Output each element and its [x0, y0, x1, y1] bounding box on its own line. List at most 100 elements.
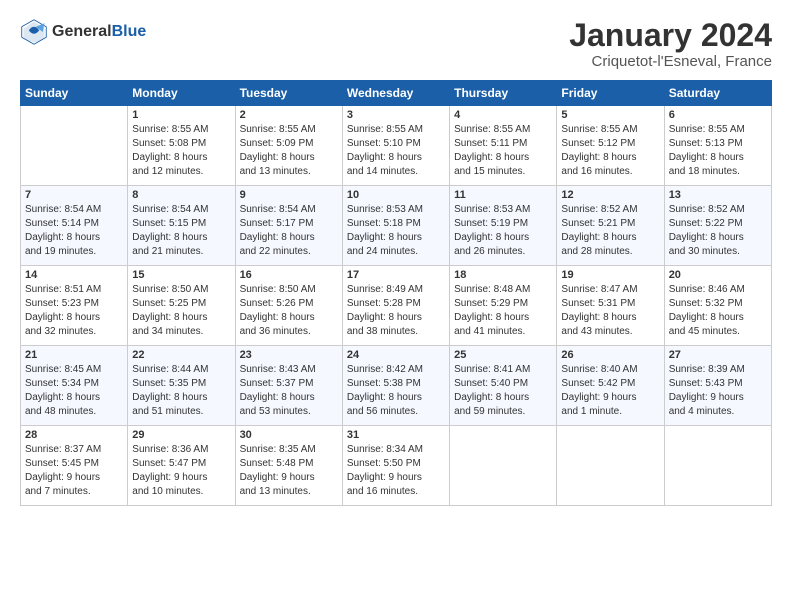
day-number: 10	[347, 189, 445, 201]
day-number: 15	[132, 269, 230, 281]
day-content: Sunrise: 8:36 AM Sunset: 5:47 PM Dayligh…	[132, 443, 230, 499]
day-number: 14	[25, 269, 123, 281]
calendar-cell: 1Sunrise: 8:55 AM Sunset: 5:08 PM Daylig…	[128, 106, 235, 186]
calendar-cell: 16Sunrise: 8:50 AM Sunset: 5:26 PM Dayli…	[235, 266, 342, 346]
day-content: Sunrise: 8:34 AM Sunset: 5:50 PM Dayligh…	[347, 443, 445, 499]
logo-icon	[20, 18, 48, 46]
calendar-week-2: 7Sunrise: 8:54 AM Sunset: 5:14 PM Daylig…	[21, 186, 772, 266]
calendar-page: GeneralBlue January 2024 Criquetot-l'Esn…	[0, 0, 792, 612]
day-number: 4	[454, 109, 552, 121]
calendar-cell: 28Sunrise: 8:37 AM Sunset: 5:45 PM Dayli…	[21, 426, 128, 506]
day-number: 16	[240, 269, 338, 281]
calendar-cell	[557, 426, 664, 506]
calendar-cell: 30 Sunrise: 8:35 AM Sunset: 5:48 PM Dayli…	[235, 426, 342, 506]
day-number: 17	[347, 269, 445, 281]
weekday-header-wednesday: Wednesday	[342, 81, 449, 106]
calendar-week-3: 14 Sunrise: 8:51 AM Sunset: 5:23 PM Dayli…	[21, 266, 772, 346]
weekday-header-friday: Friday	[557, 81, 664, 106]
calendar-week-4: 21Sunrise: 8:45 AM Sunset: 5:34 PM Dayli…	[21, 346, 772, 426]
calendar-cell: 11 Sunrise: 8:53 AM Sunset: 5:19 PM Dayli…	[450, 186, 557, 266]
day-number: 1	[132, 109, 230, 121]
day-content: Sunrise: 8:53 AM Sunset: 5:18 PM Dayligh…	[347, 203, 445, 259]
calendar-cell: 24 Sunrise: 8:42 AM Sunset: 5:38 PM Dayli…	[342, 346, 449, 426]
day-number: 6	[669, 109, 767, 121]
day-content: Sunrise: 8:54 AM Sunset: 5:15 PM Dayligh…	[132, 203, 230, 259]
day-number: 9	[240, 189, 338, 201]
calendar-week-1: 1Sunrise: 8:55 AM Sunset: 5:08 PM Daylig…	[21, 106, 772, 186]
day-number: 2	[240, 109, 338, 121]
calendar-cell	[664, 426, 771, 506]
calendar-cell: 19 Sunrise: 8:47 AM Sunset: 5:31 PM Dayli…	[557, 266, 664, 346]
day-content: Sunrise: 8:51 AM Sunset: 5:23 PM Dayligh…	[25, 283, 123, 339]
day-content: Sunrise: 8:39 AM Sunset: 5:43 PM Dayligh…	[669, 363, 767, 419]
logo-text: GeneralBlue	[52, 22, 146, 41]
day-number: 11	[454, 189, 552, 201]
day-number: 26	[561, 349, 659, 361]
weekday-header-saturday: Saturday	[664, 81, 771, 106]
day-number: 23	[240, 349, 338, 361]
day-number: 3	[347, 109, 445, 121]
calendar-cell: 8 Sunrise: 8:54 AM Sunset: 5:15 PM Daylig…	[128, 186, 235, 266]
calendar-cell: 18Sunrise: 8:48 AM Sunset: 5:29 PM Dayli…	[450, 266, 557, 346]
calendar-cell: 22Sunrise: 8:44 AM Sunset: 5:35 PM Dayli…	[128, 346, 235, 426]
calendar-cell: 23 Sunrise: 8:43 AM Sunset: 5:37 PM Dayli…	[235, 346, 342, 426]
calendar-cell: 20Sunrise: 8:46 AM Sunset: 5:32 PM Dayli…	[664, 266, 771, 346]
logo-general: General	[52, 23, 112, 40]
day-number: 19	[561, 269, 659, 281]
calendar-cell: 21Sunrise: 8:45 AM Sunset: 5:34 PM Dayli…	[21, 346, 128, 426]
day-content: Sunrise: 8:53 AM Sunset: 5:19 PM Dayligh…	[454, 203, 552, 259]
calendar-cell: 6 Sunrise: 8:55 AM Sunset: 5:13 PM Daylig…	[664, 106, 771, 186]
day-content: Sunrise: 8:46 AM Sunset: 5:32 PM Dayligh…	[669, 283, 767, 339]
location: Criquetot-l'Esneval, France	[569, 53, 772, 70]
day-content: Sunrise: 8:43 AM Sunset: 5:37 PM Dayligh…	[240, 363, 338, 419]
calendar-cell: 29 Sunrise: 8:36 AM Sunset: 5:47 PM Dayli…	[128, 426, 235, 506]
calendar-header: SundayMondayTuesdayWednesdayThursdayFrid…	[21, 81, 772, 106]
day-content: Sunrise: 8:48 AM Sunset: 5:29 PM Dayligh…	[454, 283, 552, 339]
calendar-cell: 15 Sunrise: 8:50 AM Sunset: 5:25 PM Dayli…	[128, 266, 235, 346]
calendar-cell: 26 Sunrise: 8:40 AM Sunset: 5:42 PM Dayli…	[557, 346, 664, 426]
day-number: 25	[454, 349, 552, 361]
day-content: Sunrise: 8:40 AM Sunset: 5:42 PM Dayligh…	[561, 363, 659, 419]
header-row: SundayMondayTuesdayWednesdayThursdayFrid…	[21, 81, 772, 106]
day-number: 30	[240, 429, 338, 441]
day-content: Sunrise: 8:47 AM Sunset: 5:31 PM Dayligh…	[561, 283, 659, 339]
day-content: Sunrise: 8:54 AM Sunset: 5:14 PM Dayligh…	[25, 203, 123, 259]
day-number: 8	[132, 189, 230, 201]
day-content: Sunrise: 8:42 AM Sunset: 5:38 PM Dayligh…	[347, 363, 445, 419]
calendar-cell: 25 Sunrise: 8:41 AM Sunset: 5:40 PM Dayli…	[450, 346, 557, 426]
day-number: 21	[25, 349, 123, 361]
day-content: Sunrise: 8:50 AM Sunset: 5:25 PM Dayligh…	[132, 283, 230, 339]
weekday-header-thursday: Thursday	[450, 81, 557, 106]
day-content: Sunrise: 8:44 AM Sunset: 5:35 PM Dayligh…	[132, 363, 230, 419]
day-content: Sunrise: 8:35 AM Sunset: 5:48 PM Dayligh…	[240, 443, 338, 499]
calendar-cell: 27Sunrise: 8:39 AM Sunset: 5:43 PM Dayli…	[664, 346, 771, 426]
weekday-header-monday: Monday	[128, 81, 235, 106]
day-content: Sunrise: 8:52 AM Sunset: 5:22 PM Dayligh…	[669, 203, 767, 259]
day-content: Sunrise: 8:55 AM Sunset: 5:13 PM Dayligh…	[669, 123, 767, 179]
weekday-header-sunday: Sunday	[21, 81, 128, 106]
day-content: Sunrise: 8:41 AM Sunset: 5:40 PM Dayligh…	[454, 363, 552, 419]
day-content: Sunrise: 8:52 AM Sunset: 5:21 PM Dayligh…	[561, 203, 659, 259]
title-block: January 2024 Criquetot-l'Esneval, France	[569, 18, 772, 70]
day-number: 24	[347, 349, 445, 361]
day-number: 31	[347, 429, 445, 441]
day-number: 5	[561, 109, 659, 121]
calendar-body: 1Sunrise: 8:55 AM Sunset: 5:08 PM Daylig…	[21, 106, 772, 506]
logo-blue: Blue	[112, 23, 147, 40]
calendar-cell	[450, 426, 557, 506]
day-number: 13	[669, 189, 767, 201]
day-content: Sunrise: 8:55 AM Sunset: 5:09 PM Dayligh…	[240, 123, 338, 179]
calendar-cell: 3Sunrise: 8:55 AM Sunset: 5:10 PM Daylig…	[342, 106, 449, 186]
calendar-cell	[21, 106, 128, 186]
day-content: Sunrise: 8:54 AM Sunset: 5:17 PM Dayligh…	[240, 203, 338, 259]
day-content: Sunrise: 8:55 AM Sunset: 5:12 PM Dayligh…	[561, 123, 659, 179]
weekday-header-tuesday: Tuesday	[235, 81, 342, 106]
calendar-cell: 10 Sunrise: 8:53 AM Sunset: 5:18 PM Dayli…	[342, 186, 449, 266]
calendar-cell: 13 Sunrise: 8:52 AM Sunset: 5:22 PM Dayli…	[664, 186, 771, 266]
day-number: 29	[132, 429, 230, 441]
calendar-cell: 2 Sunrise: 8:55 AM Sunset: 5:09 PM Daylig…	[235, 106, 342, 186]
header: GeneralBlue January 2024 Criquetot-l'Esn…	[20, 18, 772, 70]
calendar-week-5: 28Sunrise: 8:37 AM Sunset: 5:45 PM Dayli…	[21, 426, 772, 506]
day-number: 12	[561, 189, 659, 201]
logo: GeneralBlue	[20, 18, 146, 46]
